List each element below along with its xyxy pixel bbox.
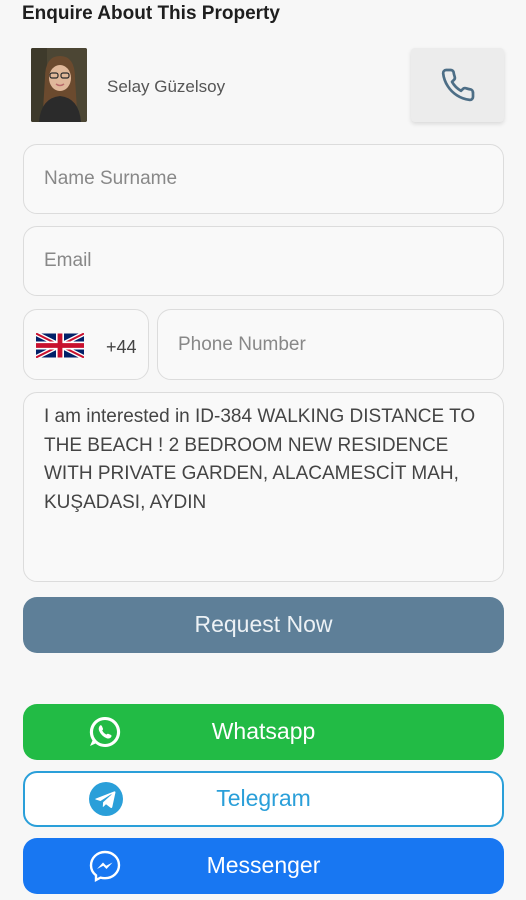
telegram-label: Telegram [216, 785, 311, 811]
email-input[interactable] [24, 227, 503, 295]
name-field-container [23, 144, 504, 214]
message-textarea[interactable]: I am interested in ID-384 WALKING DISTAN… [24, 393, 503, 581]
whatsapp-label: Whatsapp [211, 718, 316, 744]
dial-code: +44 [106, 337, 137, 357]
form-title: Enquire About This Property [22, 3, 280, 24]
agent-name: Selay Güzelsoy [107, 77, 226, 96]
messenger-button[interactable]: Messenger [23, 838, 504, 894]
request-now-label: Request Now [194, 611, 333, 637]
message-field-container: I am interested in ID-384 WALKING DISTAN… [23, 392, 504, 582]
uk-flag-icon [36, 333, 84, 358]
phone-field-container [157, 309, 504, 380]
phone-number-input[interactable] [158, 310, 503, 379]
agent-photo-graphic [31, 48, 87, 122]
telegram-button[interactable]: Telegram [23, 771, 504, 827]
email-field-container [23, 226, 504, 296]
request-now-button[interactable]: Request Now [23, 597, 504, 653]
name-surname-input[interactable] [24, 145, 503, 213]
call-button[interactable] [411, 48, 504, 122]
phone-icon [441, 68, 474, 102]
agent-avatar [31, 48, 87, 122]
country-code-selector[interactable]: +44 [23, 309, 149, 380]
whatsapp-button[interactable]: Whatsapp [23, 704, 504, 760]
messenger-label: Messenger [206, 852, 321, 878]
agent-card: Selay Güzelsoy [31, 48, 506, 124]
